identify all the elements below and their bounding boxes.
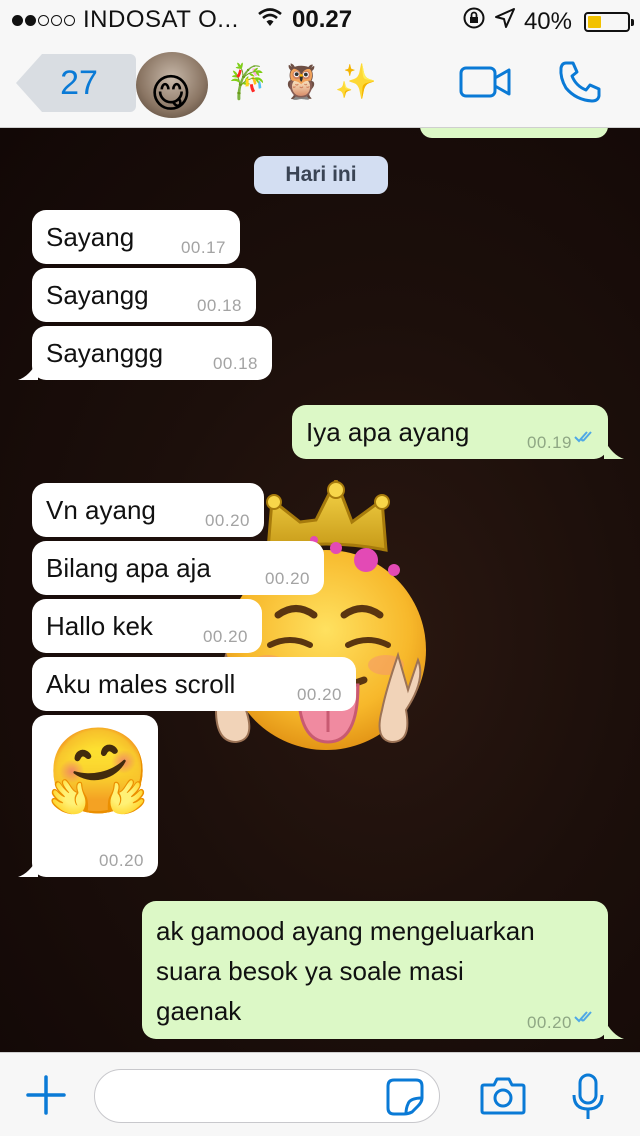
message-time: 00.20 — [98, 851, 144, 870]
unread-count: 27 — [60, 64, 98, 102]
phone-icon[interactable] — [556, 58, 604, 106]
message-bubble-outgoing[interactable]: ak gamood ayang mengeluarkan suara besok… — [142, 901, 624, 1039]
status-bar: INDOSAT O... 00.27 40% — [0, 0, 640, 40]
camera-icon[interactable] — [480, 1075, 526, 1120]
message-bubble-incoming[interactable]: Bilang apa aja 00.20 — [32, 541, 324, 595]
bubble-tail — [18, 857, 38, 877]
message-bubble-incoming[interactable]: 🤗 00.20 — [18, 715, 158, 877]
avatar-emoji: 😋 — [150, 72, 192, 116]
status-right: 40% — [462, 6, 634, 37]
read-receipt-icon — [574, 420, 598, 451]
bubble-tail — [604, 1019, 624, 1039]
bubble-tail — [18, 360, 38, 380]
hugging-face-emoji: 🤗 — [46, 724, 151, 818]
signal-strength-icon — [12, 14, 75, 26]
message-text: Hallo kek — [46, 610, 153, 641]
sparkles-emoji: ✨ — [334, 63, 378, 101]
message-text: Bilang apa aja — [46, 552, 211, 583]
status-left: INDOSAT O... — [12, 6, 283, 34]
read-receipt-icon — [574, 1000, 598, 1031]
sticker-icon[interactable] — [386, 1078, 424, 1121]
message-time: 00.20 — [202, 627, 248, 646]
back-button[interactable]: 27 — [16, 54, 136, 112]
video-call-icon[interactable] — [458, 62, 512, 102]
message-text-line: ak gamood ayang mengeluarkan — [156, 916, 535, 946]
message-input-bar — [0, 1052, 640, 1136]
microphone-icon[interactable] — [570, 1073, 606, 1126]
message-time: 00.18 — [212, 354, 258, 373]
carrier-name: INDOSAT O... — [83, 6, 239, 33]
message-text: Sayang — [46, 221, 135, 252]
message-text-line: gaenak — [156, 996, 242, 1026]
message-bubble-incoming[interactable]: Sayangg 00.18 — [32, 268, 256, 322]
message-text: Vn ayang — [46, 494, 156, 525]
message-bubble-incoming[interactable]: Aku males scroll 00.20 — [32, 657, 356, 711]
wifi-icon — [257, 6, 283, 34]
date-separator: Hari ini — [254, 156, 388, 194]
message-time: 00.17 — [180, 238, 226, 257]
owl-emoji: 🦉 — [280, 63, 323, 101]
rotation-lock-icon — [462, 6, 486, 37]
message-bubble-incoming[interactable]: Hallo kek 00.20 — [32, 599, 262, 653]
status-time: 00.27 — [292, 6, 353, 33]
chat-area[interactable]: Hari ini Sayang 00.17 Sayangg 00.18 Saya… — [0, 128, 640, 1052]
message-text-line: suara besok ya soale masi — [156, 956, 464, 986]
bubble-tail — [604, 439, 624, 459]
message-time: 00.18 — [196, 296, 242, 315]
message-time: 00.20 — [296, 685, 342, 704]
bamboo-emoji: 🎋 — [226, 63, 269, 101]
previous-message-bubble — [420, 128, 608, 138]
message-time: 00.20 — [204, 511, 250, 530]
plus-icon[interactable] — [26, 1075, 66, 1120]
chat-header: 27 😋 🎋 🦉 ✨ — [0, 40, 640, 128]
message-time: 00.19 — [526, 433, 572, 452]
battery-icon — [584, 11, 634, 32]
message-bubble-incoming[interactable]: Sayanggg 00.18 — [18, 326, 272, 380]
contact-name[interactable]: 🎋 🦉 ✨ — [226, 62, 377, 102]
message-text: Aku males scroll — [46, 668, 236, 699]
message-bubble-incoming[interactable]: Sayang 00.17 — [32, 210, 240, 264]
battery-level — [588, 15, 601, 28]
message-bubble-incoming[interactable]: Vn ayang 00.20 — [32, 483, 264, 537]
message-bubble-outgoing[interactable]: Iya apa ayang 00.19 — [292, 405, 624, 459]
location-icon — [494, 7, 516, 36]
message-text: Iya apa ayang — [306, 416, 470, 447]
message-text: Sayangg — [46, 279, 149, 310]
battery-percent: 40% — [523, 7, 572, 35]
contact-avatar[interactable]: 😋 — [136, 52, 208, 118]
message-text: Sayanggg — [46, 337, 164, 368]
message-time: 00.20 — [264, 569, 310, 588]
message-time: 00.20 — [526, 1013, 572, 1032]
